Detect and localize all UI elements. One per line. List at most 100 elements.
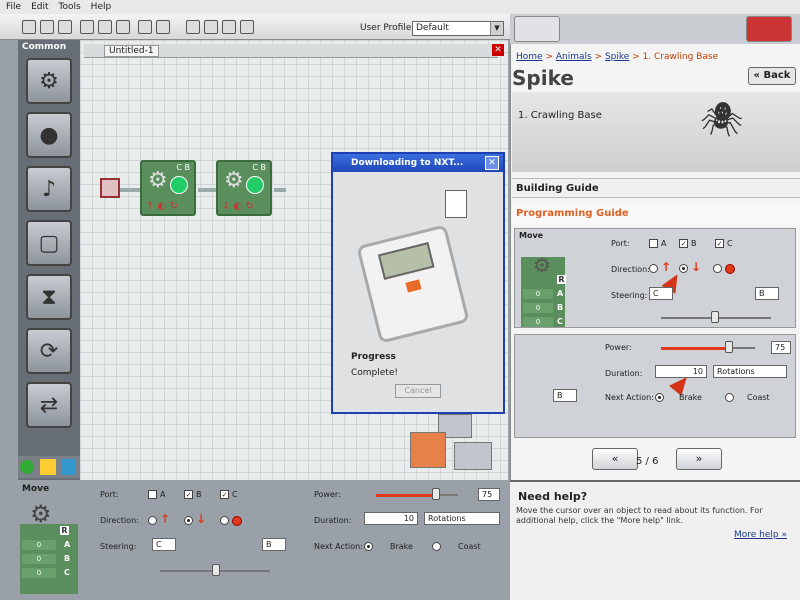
brake-radio[interactable]	[655, 393, 664, 402]
custom-palette-tab-icon[interactable]	[62, 459, 76, 475]
direction-forward-radio[interactable]	[649, 264, 658, 273]
profile-label: User Profile:	[360, 23, 415, 33]
direction-forward-radio[interactable]	[148, 516, 157, 525]
help-text: Move the cursor over an object to read a…	[516, 506, 763, 525]
next-page-button[interactable]: »	[676, 448, 722, 470]
redo-icon[interactable]	[156, 20, 170, 34]
building-guide-section[interactable]: Building Guide	[512, 178, 800, 198]
port-b-checkbox[interactable]: ✓	[184, 490, 193, 499]
next-action-label: Next Action:	[314, 542, 363, 551]
coast-label: Coast	[458, 542, 481, 551]
comment-tool-icon[interactable]	[222, 20, 236, 34]
breadcrumb-separator: >	[542, 52, 556, 62]
port-cell-c: 0	[523, 317, 553, 327]
move-block-1[interactable]: C B ⚙ ↑ ◐ ↻	[140, 160, 196, 216]
duration-unit-select[interactable]: Rotations	[713, 365, 787, 378]
direction-stop-radio[interactable]	[220, 516, 229, 525]
switch-block-icon[interactable]: ⇄	[26, 382, 72, 428]
move-block-2[interactable]: C B ⚙ ↓ ◐ ↻	[216, 160, 272, 216]
wait-block-icon[interactable]: ⧗	[26, 274, 72, 320]
power-label: Power:	[314, 490, 341, 499]
display-block-icon[interactable]: ▢	[26, 220, 72, 266]
steering-left-select[interactable]: C	[152, 538, 176, 551]
robo-center-button[interactable]	[514, 16, 560, 42]
block-ports: C B	[252, 163, 266, 172]
save-icon[interactable]	[58, 20, 72, 34]
block-palette: ⚙ ● ♪ ▢ ⧗ ⟳ ⇄	[18, 40, 80, 480]
sound-block-icon[interactable]: ♪	[26, 166, 72, 212]
more-help-link[interactable]: More help »	[734, 530, 787, 540]
coast-radio[interactable]	[725, 393, 734, 402]
steering-left-select[interactable]: C	[649, 287, 673, 300]
duration-label: Duration:	[605, 369, 643, 378]
power-indicator	[246, 176, 264, 194]
port-c-checkbox[interactable]: ✓	[715, 239, 724, 248]
breadcrumb-animals[interactable]: Animals	[556, 52, 592, 62]
close-icon[interactable]: ✕	[492, 44, 504, 56]
direction-stop-radio[interactable]	[713, 264, 722, 273]
power-thumb[interactable]	[725, 341, 733, 353]
steering-thumb[interactable]	[212, 564, 220, 576]
undo-icon[interactable]	[138, 20, 152, 34]
direction-backward-radio[interactable]	[184, 516, 193, 525]
copy-icon[interactable]	[98, 20, 112, 34]
breadcrumb: Home > Animals > Spike > 1. Crawling Bas…	[516, 52, 718, 62]
port-letter-c: C	[64, 568, 70, 577]
power-slider[interactable]	[376, 494, 436, 497]
breadcrumb-home[interactable]: Home	[516, 52, 543, 62]
direction-backward-radio[interactable]	[679, 264, 688, 273]
help-robot-button[interactable]	[746, 16, 792, 42]
open-file-icon[interactable]	[40, 20, 54, 34]
brake-label: Brake	[679, 393, 702, 402]
port-b-checkbox[interactable]: ✓	[679, 239, 688, 248]
menu-file[interactable]: File	[6, 2, 21, 12]
cancel-button[interactable]: Cancel	[395, 384, 441, 398]
steering-right-select[interactable]: B	[755, 287, 779, 300]
port-c-checkbox[interactable]: ✓	[220, 490, 229, 499]
custom-palette-icon[interactable]	[240, 20, 254, 34]
tab-untitled[interactable]: Untitled-1	[104, 45, 159, 57]
record-play-block-icon[interactable]: ●	[26, 112, 72, 158]
profile-select[interactable]: Default ▼	[412, 21, 504, 36]
port-label: Port:	[100, 490, 119, 499]
pointer-tool-icon[interactable]	[186, 20, 200, 34]
chevron-down-icon[interactable]: ▼	[490, 22, 503, 35]
power-value[interactable]: 75	[478, 488, 500, 501]
coast-radio[interactable]	[432, 542, 441, 551]
stop-button[interactable]	[454, 442, 492, 470]
close-icon[interactable]: ✕	[485, 156, 499, 170]
brake-radio[interactable]	[364, 542, 373, 551]
breadcrumb-spike[interactable]: Spike	[605, 52, 629, 62]
back-button[interactable]: « Back	[748, 67, 796, 85]
download-button[interactable]	[410, 432, 446, 468]
steering-right-select[interactable]: B	[262, 538, 286, 551]
pan-tool-icon[interactable]	[204, 20, 218, 34]
new-file-icon[interactable]	[22, 20, 36, 34]
spike-robot-icon: 🕷	[700, 100, 744, 140]
power-value[interactable]: 75	[771, 341, 791, 354]
steering-right-select[interactable]: B	[553, 389, 577, 402]
reset-letter: R	[60, 526, 69, 535]
menu-help[interactable]: Help	[91, 2, 112, 12]
paste-icon[interactable]	[116, 20, 130, 34]
complete-palette-tab-icon[interactable]	[40, 459, 56, 475]
power-thumb[interactable]	[432, 488, 440, 500]
duration-unit-select[interactable]: Rotations	[424, 512, 500, 525]
port-a-checkbox[interactable]	[649, 239, 658, 248]
prev-page-button[interactable]: «	[592, 448, 638, 470]
duration-input[interactable]: 10	[364, 512, 418, 525]
port-column: R 0 0 0 A B C	[20, 524, 78, 594]
power-slider[interactable]	[661, 347, 731, 350]
cut-icon[interactable]	[80, 20, 94, 34]
gear-icon: ⚙	[148, 168, 168, 193]
menu-edit[interactable]: Edit	[31, 2, 48, 12]
move-block-icon[interactable]: ⚙	[26, 58, 72, 104]
port-a-checkbox[interactable]	[148, 490, 157, 499]
loop-block-icon[interactable]: ⟳	[26, 328, 72, 374]
menu-tools[interactable]: Tools	[59, 2, 81, 12]
programming-guide-section[interactable]: Programming Guide	[512, 204, 800, 224]
start-icon	[100, 178, 120, 198]
step-title: 1. Crawling Base	[518, 110, 602, 121]
common-palette-tab-icon[interactable]	[20, 460, 34, 474]
steering-thumb[interactable]	[711, 311, 719, 323]
